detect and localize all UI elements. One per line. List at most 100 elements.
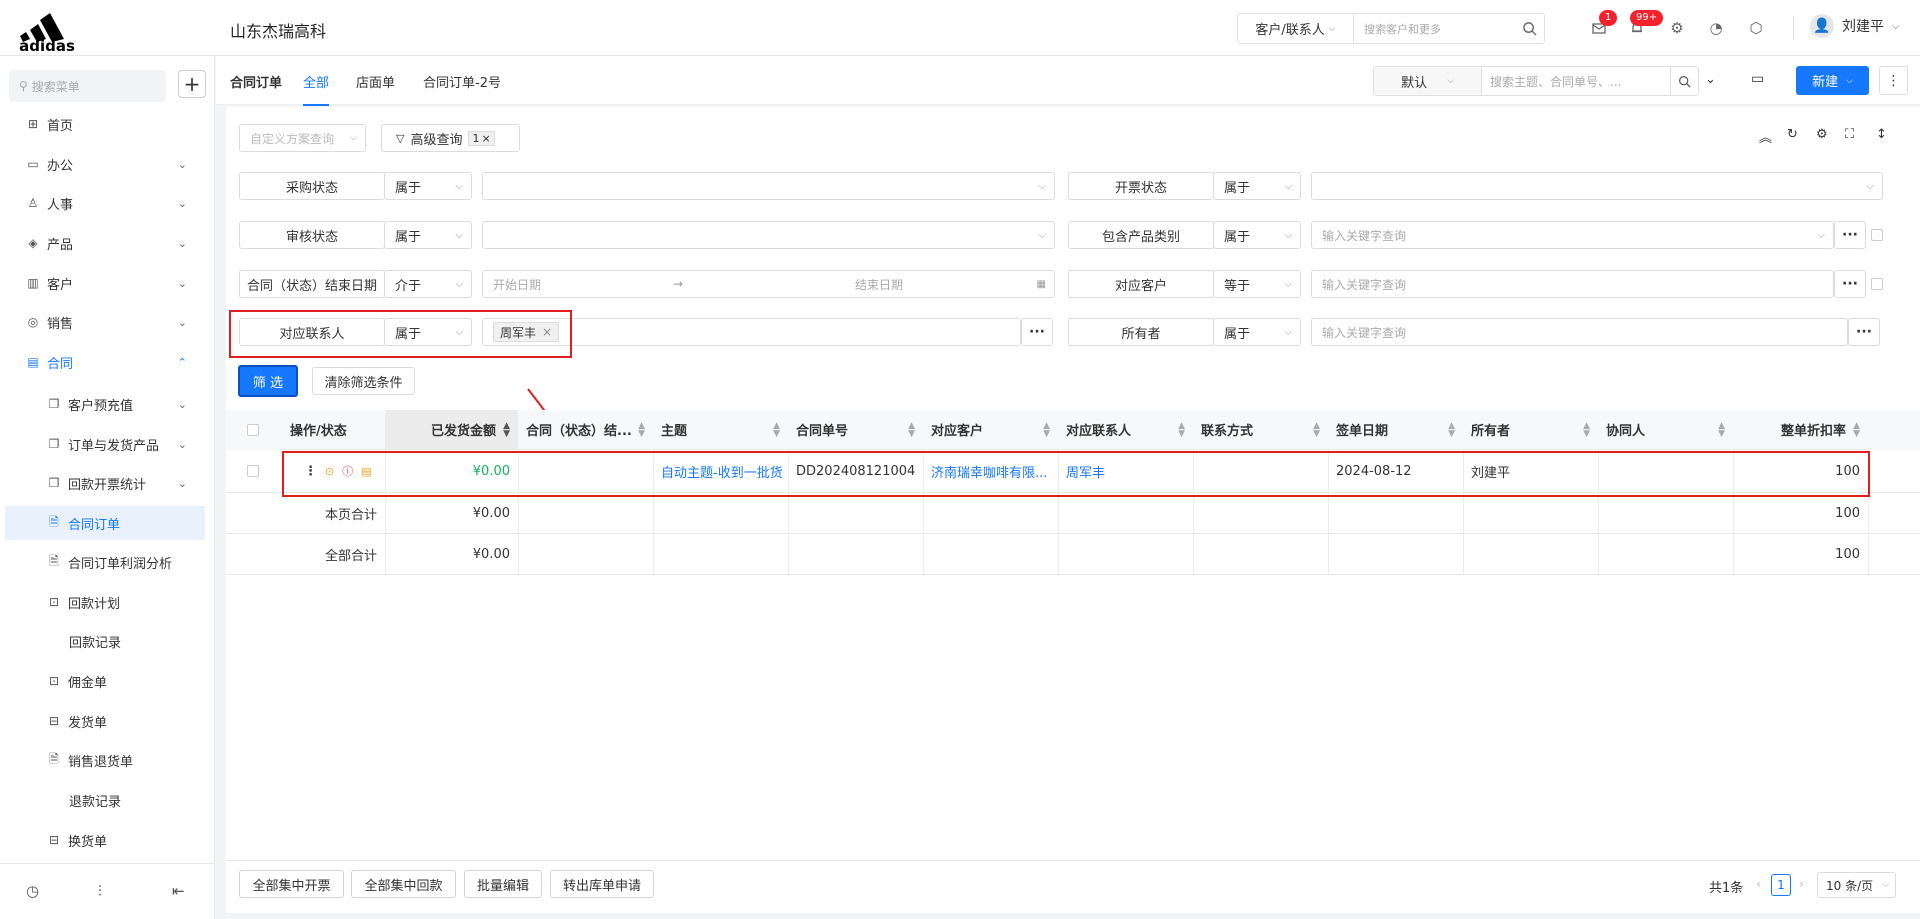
sidebar-item-delivery[interactable]: ⊟ 发货单 <box>5 704 205 738</box>
sidebar-item-payment-stats[interactable]: ❐ 回款开票统计 ⌄ <box>5 466 205 500</box>
date-range-picker[interactable]: 开始日期 → 结束日期 ▦ <box>482 270 1055 298</box>
select-all-checkbox[interactable] <box>247 424 259 436</box>
sidebar-item-commission[interactable]: ⊡ 佣金单 <box>5 664 205 698</box>
more-options-button[interactable]: ··· <box>1848 318 1880 346</box>
col-header-phone[interactable]: 联系方式 ▲ ▼ <box>1193 410 1328 450</box>
col-header-collaborator[interactable]: 协同人 ▲ ▼ <box>1598 410 1733 450</box>
sidebar-item-payment-plan[interactable]: ⊡ 回款计划 <box>5 585 205 619</box>
collapse-menu-icon[interactable]: ⇤ <box>172 882 185 900</box>
row-checkbox[interactable] <box>247 465 259 477</box>
filter-op-audit-status[interactable]: 属于 ⌵ <box>384 221 472 249</box>
col-header-discount[interactable]: 整单折扣率 ▲ ▼ <box>1733 410 1868 450</box>
filter-op-owner[interactable]: 属于 ⌵ <box>1213 318 1301 346</box>
sidebar-item-refund-record[interactable]: 退款记录 <box>5 783 205 817</box>
filter-op-customer[interactable]: 等于 ⌵ <box>1213 270 1301 298</box>
filter-value-owner[interactable]: 输入关键字查询 <box>1311 318 1848 346</box>
tab-store-order[interactable]: 店面单 <box>356 72 395 91</box>
sidebar-item-sales[interactable]: ◎ 销售 ⌄ <box>5 305 205 339</box>
filter-op-purchase-status[interactable]: 属于 ⌵ <box>384 172 472 200</box>
refresh-icon[interactable]: ↻ <box>1787 127 1798 142</box>
filter-checkbox[interactable] <box>1871 278 1883 290</box>
expand-search-chevron-icon[interactable]: ⌄ <box>1705 72 1716 87</box>
sidebar-item-prepay[interactable]: ❐ 客户预充值 ⌄ <box>5 387 205 421</box>
cube-icon[interactable]: ⬡ <box>1746 18 1766 38</box>
filter-checkbox[interactable] <box>1871 229 1883 241</box>
sidebar-item-sales-return[interactable]: 🗎 销售退货单 <box>5 743 205 777</box>
more-options-button[interactable]: ··· <box>1834 221 1866 249</box>
close-icon[interactable]: × <box>481 132 490 145</box>
view-select[interactable]: 默认 ⌵ <box>1374 67 1482 95</box>
filter-value-purchase-status[interactable]: ⌵ <box>482 172 1055 200</box>
next-page-icon[interactable]: › <box>1799 877 1804 891</box>
sidebar-item-exchange[interactable]: ⊟ 换货单 <box>5 823 205 857</box>
filter-button[interactable]: 筛 选 <box>238 365 298 397</box>
history-icon[interactable]: ◷ <box>26 882 39 900</box>
filter-value-audit-status[interactable]: ⌵ <box>482 221 1055 249</box>
sidebar-item-office[interactable]: ▭ 办公 ⌄ <box>5 147 205 181</box>
filter-label-customer: 对应客户 <box>1068 270 1214 298</box>
user-menu[interactable]: 👤 刘建平 ⌵ <box>1810 14 1900 38</box>
truck-icon: ⊟ <box>48 714 60 728</box>
collapse-up-icon[interactable]: ︽ <box>1759 127 1772 146</box>
transfer-outbound-button[interactable]: 转出库单申请 <box>550 870 654 898</box>
sidebar-item-contract[interactable]: ▤ 合同 ⌃ <box>5 345 205 379</box>
batch-payment-button[interactable]: 全部集中回款 <box>351 870 456 898</box>
row-height-icon[interactable]: ↕ <box>1876 127 1887 142</box>
advanced-query-button[interactable]: ▽ 高级查询 1 × <box>381 124 520 152</box>
adidas-logo[interactable]: adidas <box>12 6 82 55</box>
chevron-down-icon: ⌄ <box>177 276 187 290</box>
highlight-box <box>229 310 572 358</box>
col-header-sign-date[interactable]: 签单日期 ▲ ▼ <box>1328 410 1463 450</box>
sidebar-item-order-products[interactable]: ❐ 订单与发货产品 ⌄ <box>5 427 205 461</box>
chevron-down-icon: ⌵ <box>1892 20 1900 32</box>
page-size-select[interactable]: 10 条/页 ⌵ <box>1817 872 1896 898</box>
col-header-end-date[interactable]: 合同（状态）结... ▲ ▼ <box>518 410 653 450</box>
new-button[interactable]: 新建 ⌵ <box>1796 66 1869 95</box>
sliders-icon[interactable]: ⫶ <box>98 882 102 900</box>
filter-op-invoice-status[interactable]: 属于 ⌵ <box>1213 172 1301 200</box>
search-icon[interactable] <box>1670 67 1698 95</box>
search-icon[interactable] <box>1514 21 1544 36</box>
custom-scheme-select[interactable]: 自定义方案查询 ⌵ <box>239 124 366 152</box>
col-header-order-no[interactable]: 合同单号 ▲ ▼ <box>788 410 923 450</box>
search-scope-select[interactable]: 客户/联系人 ⌵ <box>1238 14 1354 43</box>
col-header-contact[interactable]: 对应联系人 ▲ ▼ <box>1058 410 1193 450</box>
sidebar-item-contract-order[interactable]: 🗎 合同订单 <box>5 506 205 540</box>
menu-search-input[interactable]: ⚲ 搜索菜单 <box>9 70 166 102</box>
clear-filters-button[interactable]: 清除筛选条件 <box>312 367 415 395</box>
prev-page-icon[interactable]: ‹ <box>1756 877 1761 891</box>
more-options-button[interactable]: ··· <box>1021 318 1053 346</box>
sidebar-item-home[interactable]: ⊞ 首页 <box>5 107 205 141</box>
calendar-icon: ▦ <box>1036 278 1046 290</box>
gear-icon[interactable]: ⚙ <box>1816 127 1828 142</box>
pie-chart-icon[interactable]: ◔ <box>1706 18 1726 38</box>
settings-icon[interactable]: ⚙ <box>1667 18 1687 38</box>
col-header-customer[interactable]: 对应客户 ▲ ▼ <box>923 410 1058 450</box>
filter-value-customer[interactable]: 输入关键字查询 <box>1311 270 1834 298</box>
search-input[interactable]: 搜索客户和更多 <box>1354 21 1514 37</box>
sidebar-item-customer[interactable]: ▥ 客户 ⌄ <box>5 266 205 300</box>
monitor-icon[interactable]: ▭ <box>1751 71 1764 87</box>
col-header-shipped-amount[interactable]: 已发货金额 ▲ ▼ <box>385 410 518 450</box>
batch-invoice-button[interactable]: 全部集中开票 <box>239 870 344 898</box>
tab-contract-order-2[interactable]: 合同订单-2号 <box>423 72 501 91</box>
tab-all[interactable]: 全部 <box>303 72 330 106</box>
more-actions-button[interactable]: ⋮ <box>1879 66 1908 95</box>
col-header-subject[interactable]: 主题 ▲ ▼ <box>653 410 788 450</box>
sidebar-item-payment-record[interactable]: 回款记录 <box>5 624 205 658</box>
more-options-button[interactable]: ··· <box>1834 270 1866 298</box>
filter-op-end-date[interactable]: 介于 ⌵ <box>384 270 472 298</box>
list-search-input[interactable]: 搜索主题、合同单号、... <box>1482 73 1670 90</box>
global-search[interactable]: 客户/联系人 ⌵ 搜索客户和更多 <box>1237 13 1545 44</box>
sidebar-item-profit-analysis[interactable]: 🗎 合同订单利润分析 <box>5 545 205 579</box>
sidebar-item-product[interactable]: ◈ 产品 ⌄ <box>5 226 205 260</box>
add-menu-button[interactable]: + <box>178 70 206 98</box>
sidebar-item-hr[interactable]: ♙ 人事 ⌄ <box>5 186 205 220</box>
filter-op-product-category[interactable]: 属于 ⌵ <box>1213 221 1301 249</box>
batch-edit-button[interactable]: 批量编辑 <box>464 870 542 898</box>
fullscreen-icon[interactable]: ⛶ <box>1845 127 1854 142</box>
filter-value-invoice-status[interactable]: ⌵ <box>1311 172 1883 200</box>
page-number[interactable]: 1 <box>1771 874 1791 896</box>
filter-value-product-category[interactable]: 输入关键字查询 ⌵ <box>1311 221 1834 249</box>
col-header-owner[interactable]: 所有者 ▲ ▼ <box>1463 410 1598 450</box>
